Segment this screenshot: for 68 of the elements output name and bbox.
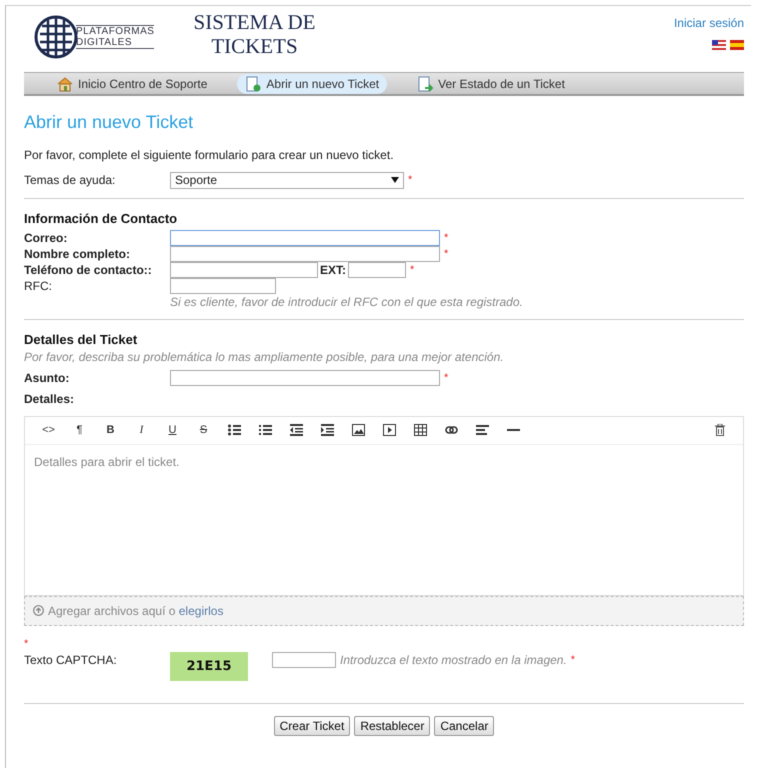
page-title: Abrir un nuevo Ticket bbox=[24, 112, 194, 134]
description-text: Por favor, describa su problemática lo mas ampliamente posible, para una mejor atención. bbox=[24, 348, 505, 366]
form-button[interactable]: Crear Ticket bbox=[274, 716, 350, 736]
format-button[interactable]: B bbox=[95, 420, 126, 440]
trash-icon bbox=[714, 424, 724, 436]
format-button[interactable]: I bbox=[126, 420, 157, 440]
logo-text: PLATAFORMAS bbox=[76, 26, 154, 37]
document-icon bbox=[245, 76, 262, 92]
format-button[interactable]: S bbox=[188, 420, 219, 440]
section-title: Información de Contacto bbox=[24, 210, 178, 226]
field-label: Correo: bbox=[24, 230, 68, 246]
required-mark: * bbox=[444, 231, 448, 246]
nav-tab[interactable]: Ver Estado de un Ticket bbox=[409, 74, 573, 94]
captcha-image: 21E15 bbox=[170, 652, 248, 682]
required-mark: * bbox=[408, 172, 412, 188]
form-button[interactable]: Cancelar bbox=[434, 716, 494, 736]
required-mark: * bbox=[444, 370, 448, 386]
hint-text: Si es cliente, favor de introducir el RFC con el que esta registrado. bbox=[170, 294, 523, 310]
caret-icon bbox=[391, 177, 399, 184]
format-button[interactable]: <> bbox=[33, 420, 64, 440]
required-mark: * bbox=[410, 263, 414, 278]
indent-icon bbox=[321, 424, 334, 436]
field-label: Detalles: bbox=[24, 390, 76, 408]
topic-select[interactable]: Soporte bbox=[170, 172, 404, 189]
table-icon bbox=[414, 424, 427, 436]
editor-field[interactable]: Detalles para abrir el ticket. bbox=[25, 444, 743, 595]
house-icon bbox=[57, 76, 73, 92]
field-label: RFC: bbox=[24, 278, 53, 294]
input-field[interactable] bbox=[170, 230, 440, 246]
choose-files-link[interactable]: elegirlos bbox=[178, 604, 224, 618]
document-icon bbox=[417, 76, 434, 92]
input-field[interactable] bbox=[170, 262, 318, 278]
field-label: EXT: bbox=[320, 262, 346, 278]
link-icon bbox=[445, 424, 458, 436]
flag-icon[interactable] bbox=[712, 40, 726, 50]
align-icon bbox=[476, 424, 489, 436]
upload-icon bbox=[33, 605, 44, 616]
intro-text: Por favor, complete el siguiente formulario para crear un nuevo ticket. bbox=[24, 146, 395, 164]
nav-tab[interactable]: Abrir un nuevo Ticket bbox=[237, 74, 388, 94]
required-mark: * bbox=[24, 638, 28, 650]
input-field[interactable] bbox=[348, 262, 406, 278]
hint-text: Introduzca el texto mostrado en la imagen. bbox=[340, 652, 567, 668]
input-field[interactable] bbox=[272, 652, 336, 668]
login-link[interactable]: Iniciar sesión bbox=[674, 16, 744, 30]
placeholder-text: Detalles para abrir el ticket. bbox=[34, 454, 180, 469]
numbered-list-icon bbox=[259, 424, 272, 436]
nav-tab[interactable]: Inicio Centro de Soporte bbox=[49, 74, 216, 94]
field-label: Asunto: bbox=[24, 370, 70, 386]
dropzone-text: Agregar archivos aquí o elegirlos bbox=[48, 602, 224, 620]
logo-text: DIGITALES bbox=[76, 37, 133, 48]
site-title: SISTEMA DE TICKETS bbox=[192, 10, 316, 58]
outdent-icon bbox=[290, 424, 303, 436]
input-field[interactable] bbox=[170, 278, 276, 294]
field-label: Teléfono de contacto:: bbox=[24, 262, 153, 278]
input-field[interactable] bbox=[170, 246, 440, 262]
field-label: Texto CAPTCHA: bbox=[24, 652, 118, 668]
section-title: Detalles del Ticket bbox=[24, 332, 138, 348]
format-button[interactable]: ¶ bbox=[64, 420, 95, 440]
required-mark: * bbox=[444, 247, 448, 262]
form-button[interactable]: Restablecer bbox=[354, 716, 430, 736]
field-label: Temas de ayuda: bbox=[24, 172, 116, 188]
field-label: Nombre completo: bbox=[24, 246, 132, 262]
image-icon bbox=[352, 424, 365, 436]
required-mark: * bbox=[570, 653, 576, 668]
list-icon bbox=[228, 424, 241, 436]
format-button[interactable]: U bbox=[157, 420, 188, 440]
video-icon bbox=[383, 424, 396, 436]
input-field[interactable] bbox=[170, 370, 440, 386]
